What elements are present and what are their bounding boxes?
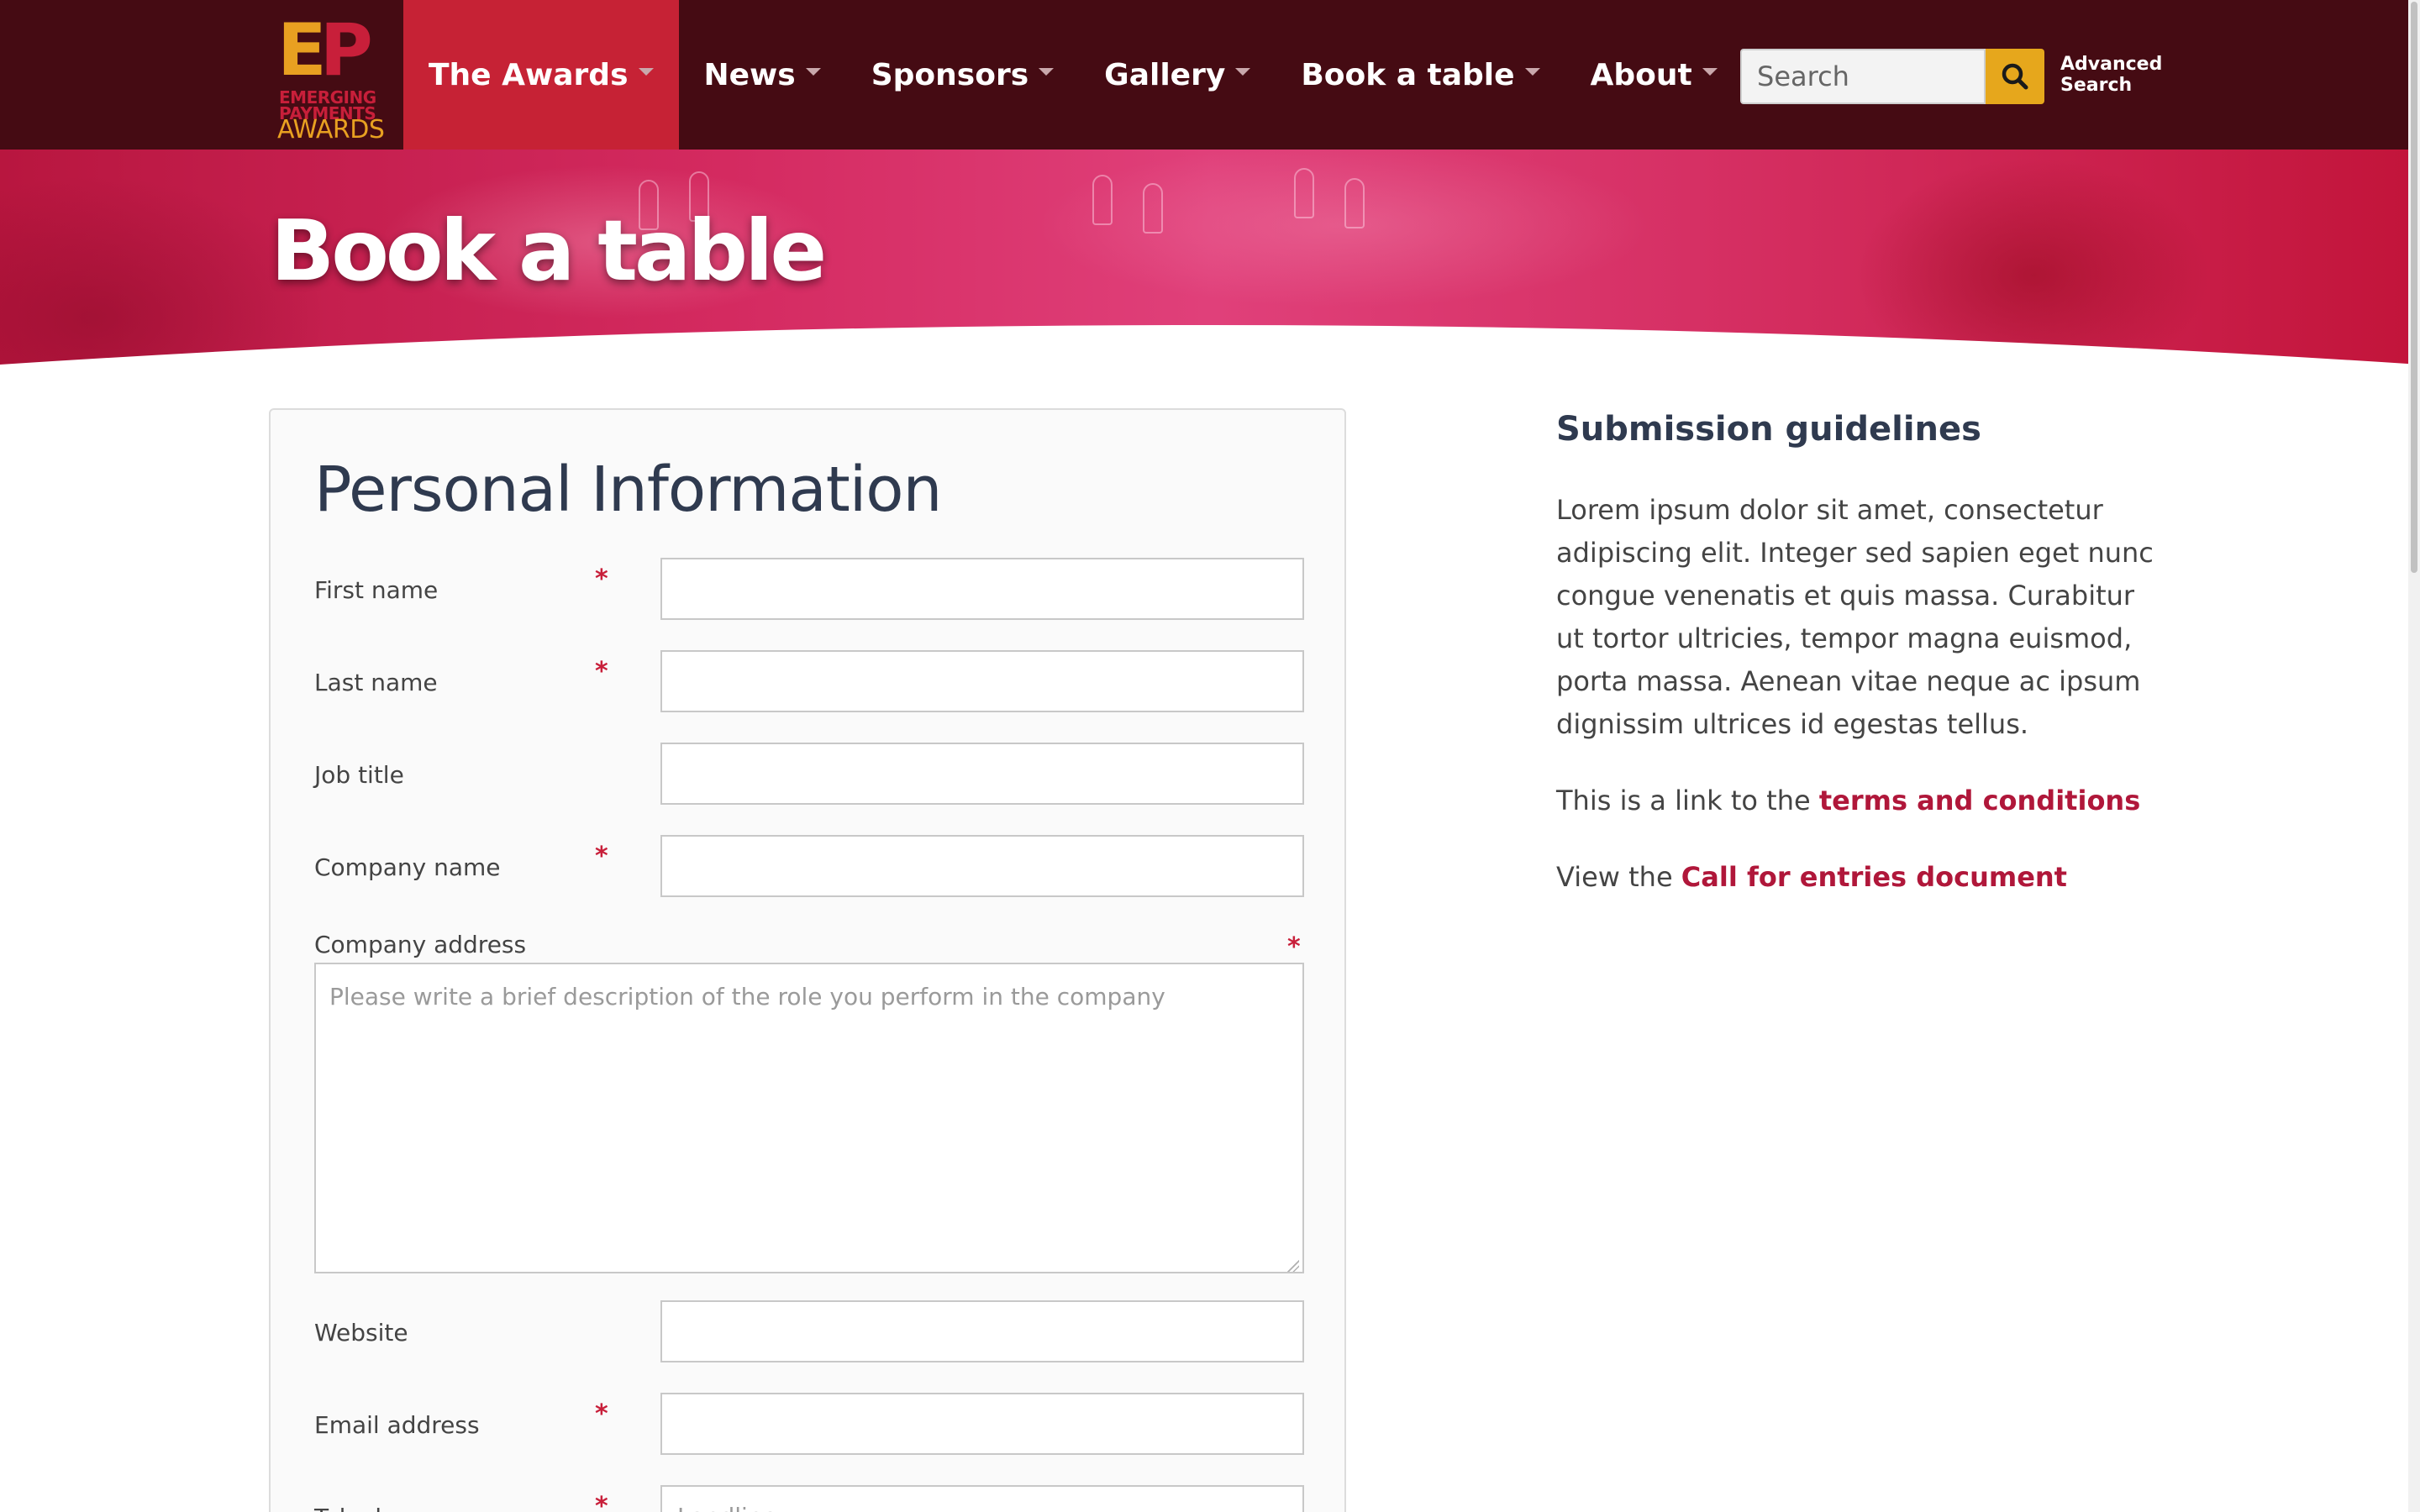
nav-item-label: Sponsors — [871, 57, 1029, 92]
caret-down-icon — [1235, 67, 1251, 76]
first-name-input[interactable] — [660, 558, 1304, 620]
job-title-label: Job title — [314, 761, 404, 789]
search-button[interactable] — [1986, 49, 2044, 104]
nav-item-gallery[interactable]: Gallery — [1079, 0, 1276, 150]
company-address-label: Company address — [314, 931, 527, 958]
logo-text-awards: AWARDS — [277, 115, 385, 144]
call-for-entries-link[interactable]: Call for entries document — [1681, 861, 2067, 893]
required-marker: * — [595, 657, 608, 686]
nav-item-label: About — [1590, 57, 1692, 92]
glass-decoration — [1294, 168, 1314, 218]
nav-item-the-awards[interactable]: The Awards — [403, 0, 679, 150]
required-marker: * — [595, 1492, 608, 1512]
emerging-payments-awards-logo[interactable]: EP EMERGING PAYMENTS AWARDS — [274, 8, 385, 143]
caret-down-icon — [1702, 67, 1718, 76]
caret-down-icon — [805, 67, 821, 76]
hero-curve-divider — [0, 325, 2420, 378]
advanced-search-line2: Search — [2060, 75, 2133, 96]
company-name-label: Company name — [314, 853, 501, 881]
last-name-input[interactable] — [660, 650, 1304, 712]
call-for-entries-line: View the Call for entries document — [1556, 861, 2067, 893]
nav-item-about[interactable]: About — [1565, 0, 1743, 150]
terms-line: This is a link to the terms and conditio… — [1556, 785, 2140, 816]
search-input[interactable] — [1740, 49, 1986, 104]
required-marker: * — [595, 564, 608, 594]
email-address-label: Email address — [314, 1411, 480, 1439]
nav-item-label: News — [703, 57, 796, 92]
website-label: Website — [314, 1319, 408, 1347]
company-address-textarea[interactable] — [314, 963, 1304, 1273]
nav-item-sponsors[interactable]: Sponsors — [846, 0, 1079, 150]
caret-down-icon — [1524, 67, 1540, 76]
nav-item-label: Gallery — [1104, 57, 1226, 92]
last-name-label: Last name — [314, 669, 438, 696]
terms-and-conditions-link[interactable]: terms and conditions — [1819, 785, 2140, 816]
caret-down-icon — [638, 67, 654, 76]
required-marker: * — [595, 842, 608, 871]
email-address-input[interactable] — [660, 1393, 1304, 1455]
scrollbar-thumb[interactable] — [2411, 2, 2417, 573]
terms-prefix: This is a link to the — [1556, 785, 1819, 816]
required-marker: * — [1287, 932, 1301, 962]
caret-down-icon — [1039, 67, 1055, 76]
call-prefix: View the — [1556, 861, 1681, 893]
guidelines-body: Lorem ipsum dolor sit amet, consectetur … — [1556, 494, 2154, 740]
top-navigation: EP EMERGING PAYMENTS AWARDS The Awards N… — [0, 0, 2420, 150]
nav-item-label: Book a table — [1301, 57, 1515, 92]
search-box — [1740, 49, 2044, 104]
glass-decoration — [1092, 175, 1113, 225]
nav-item-label: The Awards — [429, 57, 629, 92]
page-title: Book a table — [271, 202, 827, 300]
nav-item-news[interactable]: News — [679, 0, 846, 150]
telephone-input[interactable] — [660, 1485, 1304, 1512]
advanced-search-link[interactable]: Advanced Search — [2060, 54, 2162, 96]
guidelines-title: Submission guidelines — [1556, 410, 1981, 449]
main-menu: The Awards News Sponsors Gallery Book a … — [403, 0, 1743, 150]
logo-mark: EP — [277, 8, 373, 92]
form-title: Personal Information — [314, 454, 942, 526]
telephone-label: Telephone — [314, 1504, 434, 1512]
search-icon — [2002, 63, 2028, 90]
required-marker: * — [595, 1399, 608, 1429]
company-name-input[interactable] — [660, 835, 1304, 897]
resize-handle-icon[interactable] — [1287, 1260, 1299, 1272]
personal-information-form: Personal Information First name * Last n… — [269, 408, 1346, 1512]
nav-item-book-a-table[interactable]: Book a table — [1276, 0, 1565, 150]
website-input[interactable] — [660, 1300, 1304, 1362]
first-name-label: First name — [314, 576, 439, 604]
job-title-input[interactable] — [660, 743, 1304, 805]
advanced-search-line1: Advanced — [2060, 54, 2163, 75]
glass-decoration — [1344, 178, 1365, 228]
glass-decoration — [1143, 183, 1163, 234]
